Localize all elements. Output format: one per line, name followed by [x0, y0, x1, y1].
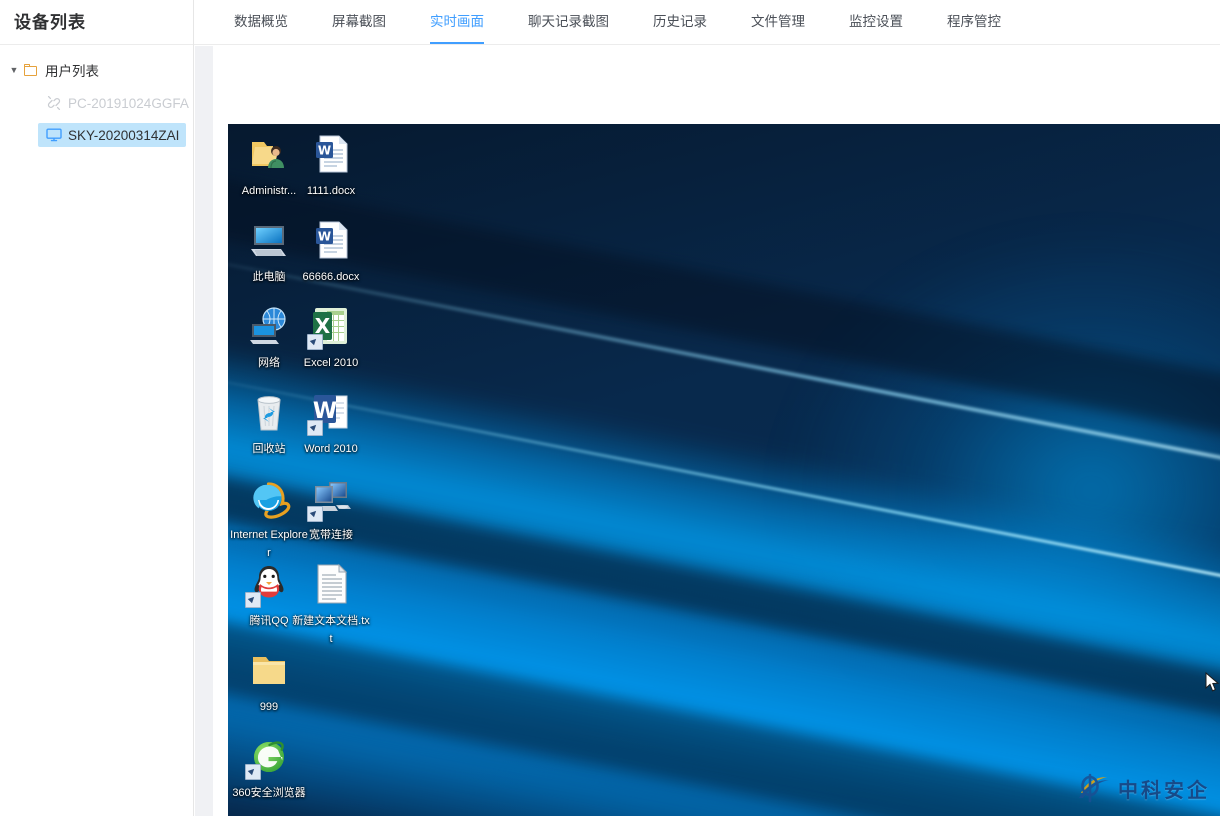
zhongke-anqi-logo-icon	[1075, 771, 1113, 805]
desktop-icon-label: 网络	[258, 357, 280, 369]
desktop-icon-new-text-document[interactable]: 新建文本文档.txt	[292, 560, 370, 647]
svg-text:W: W	[318, 144, 331, 158]
shortcut-arrow-icon	[245, 592, 261, 608]
word-document-icon: W	[307, 216, 355, 264]
svg-text:W: W	[318, 230, 331, 244]
shortcut-arrow-icon	[307, 506, 323, 522]
live-screen-viewport[interactable]: Administr... W 1111.docx 此电脑 W 66666.doc…	[228, 124, 1220, 816]
desktop-icon-label: Excel 2010	[303, 357, 359, 369]
watermark-text: 中科安企	[1118, 777, 1210, 802]
desktop-wallpaper	[228, 124, 1220, 816]
desktop-icon-label: 360安全浏览器	[232, 787, 306, 799]
sidebar-title: 设备列表	[0, 0, 193, 45]
desktop-icon-360-browser[interactable]: 360安全浏览器	[230, 732, 308, 801]
network-icon	[245, 302, 293, 350]
desktop-icon-label: 回收站	[252, 443, 286, 455]
tab-screenshot[interactable]: 屏幕截图	[310, 0, 408, 44]
tab-live-screen[interactable]: 实时画面	[408, 0, 506, 44]
text-file-icon	[307, 560, 355, 608]
folder-icon	[245, 646, 293, 694]
tab-data-overview[interactable]: 数据概览	[212, 0, 310, 44]
tree-root-user-list[interactable]: ▼ 用户列表	[0, 57, 193, 83]
desktop-icon-label: 999	[259, 701, 279, 713]
watermark: 中科安企	[1075, 768, 1210, 808]
tree-item-pc-20191024ggfa[interactable]: PC-20191024GGFA	[0, 91, 193, 115]
content-left-gutter	[195, 46, 213, 816]
desktop-icon-excel-2010[interactable]: X Excel 2010	[292, 302, 370, 371]
excel-icon: X	[307, 302, 355, 350]
desktop-icon-label: 1111.docx	[306, 185, 356, 197]
device-tree: ▼ 用户列表 PC-20191024GGFA SKY-20200314ZAI	[0, 45, 193, 147]
tree-item-label: PC-20191024GGFA	[68, 95, 189, 111]
folder-icon	[24, 63, 39, 77]
tab-monitor-settings[interactable]: 监控设置	[827, 0, 925, 44]
desktop-icon-label: 宽带连接	[309, 529, 353, 541]
broadband-connection-icon	[307, 474, 355, 522]
recycle-bin-icon	[245, 388, 293, 436]
desktop-icon-broadband-connection[interactable]: 宽带连接	[292, 474, 370, 543]
app-root: 设备列表 ▼ 用户列表 PC-20191024GGFA SKY-20200314…	[0, 0, 1220, 816]
desktop-icon-label: 腾讯QQ	[249, 615, 289, 627]
desktop-icon-label: Administr...	[241, 185, 297, 197]
mouse-pointer-icon	[1205, 672, 1220, 692]
device-list-sidebar: 设备列表 ▼ 用户列表 PC-20191024GGFA SKY-20200314…	[0, 0, 194, 816]
desktop-icon-999[interactable]: 999	[230, 646, 308, 715]
desktop-icon-word-2010[interactable]: W Word 2010	[292, 388, 370, 457]
tab-chat-screenshot[interactable]: 聊天记录截图	[506, 0, 631, 44]
tab-program-control[interactable]: 程序管控	[925, 0, 1023, 44]
broken-link-icon	[47, 96, 61, 110]
shortcut-arrow-icon	[307, 334, 323, 350]
desktop-icon-label: 此电脑	[252, 271, 286, 283]
tab-file-management[interactable]: 文件管理	[729, 0, 827, 44]
tree-item-sky-20200314zai[interactable]: SKY-20200314ZAI	[38, 123, 186, 147]
this-pc-icon	[245, 216, 293, 264]
desktop-icon-1111-docx[interactable]: W 1111.docx	[292, 130, 370, 199]
tab-list: 数据概览 屏幕截图 实时画面 聊天记录截图 历史记录 文件管理 监控设置 程序管…	[194, 0, 1220, 44]
desktop-icon-label: 66666.docx	[302, 271, 360, 283]
shortcut-arrow-icon	[245, 764, 261, 780]
internet-explorer-icon	[245, 474, 293, 522]
tab-history[interactable]: 历史记录	[631, 0, 729, 44]
tencent-qq-icon	[245, 560, 293, 608]
360-browser-icon	[245, 732, 293, 780]
desktop-icon-66666-docx[interactable]: W 66666.docx	[292, 216, 370, 285]
word-app-icon: W	[307, 388, 355, 436]
shortcut-arrow-icon	[307, 420, 323, 436]
user-folder-icon	[245, 130, 293, 178]
desktop-icon-label: 新建文本文档.txt	[292, 615, 370, 645]
word-document-icon: W	[307, 130, 355, 178]
monitor-icon	[46, 128, 62, 142]
top-tabbar: 数据概览 屏幕截图 实时画面 聊天记录截图 历史记录 文件管理 监控设置 程序管…	[194, 0, 1220, 45]
tree-root-label: 用户列表	[45, 64, 99, 79]
caret-down-icon[interactable]: ▼	[6, 62, 22, 78]
tree-item-label: SKY-20200314ZAI	[68, 127, 180, 143]
desktop-icon-label: Word 2010	[304, 443, 358, 455]
